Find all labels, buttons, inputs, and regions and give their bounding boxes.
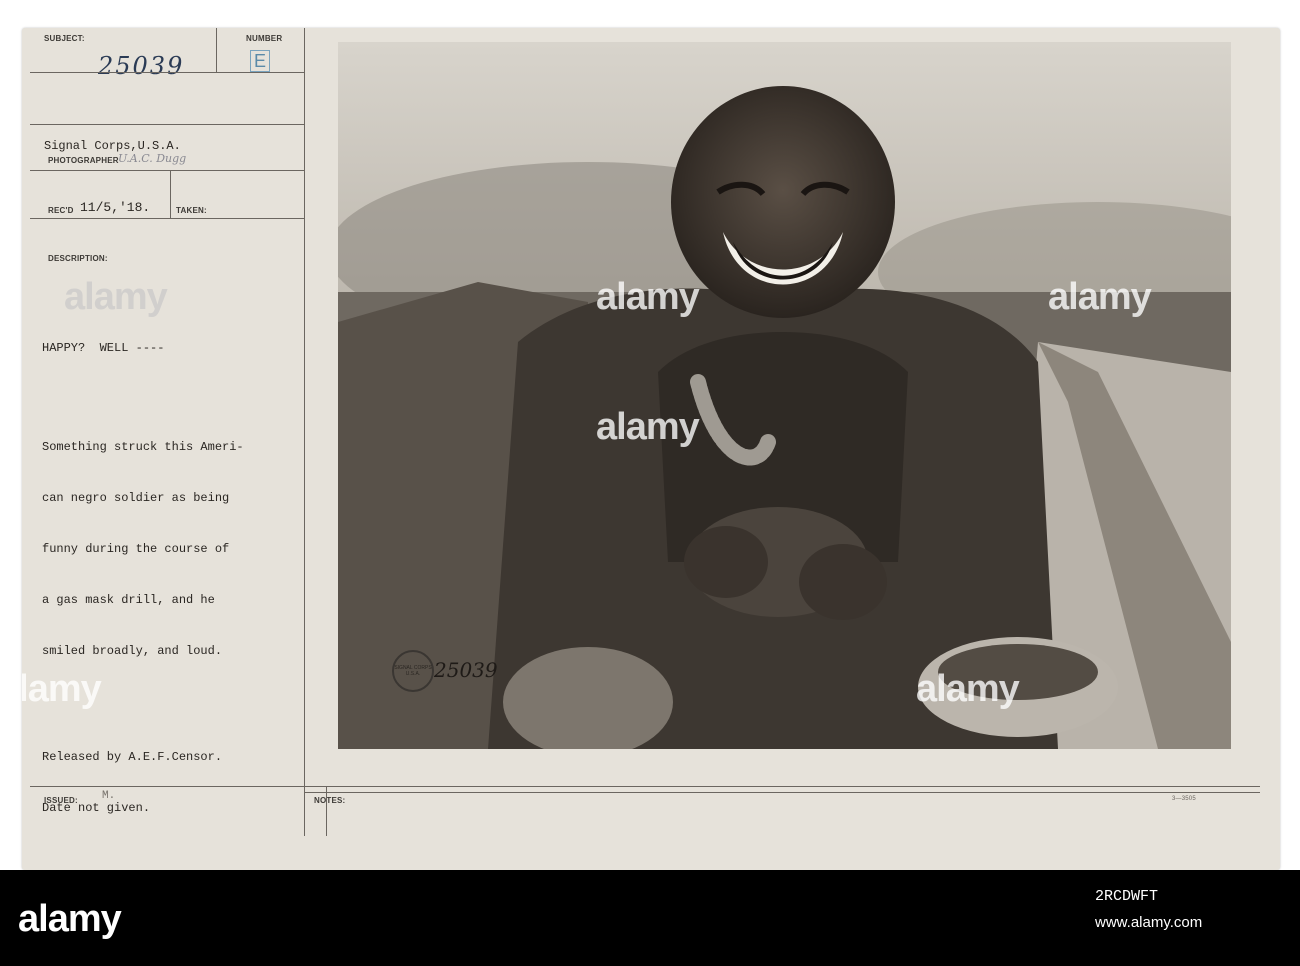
divider (30, 124, 304, 125)
description-label: DESCRIPTION: (48, 254, 108, 263)
divider (304, 28, 305, 836)
watermark: alamy (1048, 276, 1152, 318)
watermark: alamy (64, 276, 168, 318)
image-id: 2RCDWFT (1095, 888, 1159, 905)
description-line: funny during the course of (42, 542, 230, 556)
photographer-signature: U.A.C. Dugg (118, 152, 187, 165)
number-value: E (250, 50, 271, 72)
form-code: 3—3505 (1172, 796, 1196, 802)
watermark: alamy (596, 276, 700, 318)
taken-label: TAKEN: (176, 206, 207, 215)
release-text: Released by A.E.F.Censor. Date not given… (42, 715, 222, 851)
description-line: Something struck this Ameri- (42, 440, 244, 454)
issued-value: M. (102, 790, 116, 802)
description-text: Something struck this Ameri- can negro s… (42, 405, 244, 694)
recd-label: REC'D (48, 206, 74, 215)
watermark: alamy (916, 668, 1020, 710)
site-url: www.alamy.com (1095, 914, 1203, 931)
divider (304, 792, 1260, 793)
recd-value: 11/5,'18. (80, 200, 151, 215)
divider (30, 218, 304, 219)
description-line: a gas mask drill, and he (42, 593, 215, 607)
watermark: alamy (22, 668, 102, 710)
signal-corps-stamp: SIGNAL CORPS U.S.A. (392, 650, 434, 692)
headline: HAPPY? WELL ---- (42, 341, 165, 355)
divider (170, 170, 171, 218)
divider (216, 28, 217, 72)
stamp-text: SIGNAL CORPS U.S.A. (394, 665, 432, 677)
soldier-photo (338, 42, 1231, 749)
description-line: can negro soldier as being (42, 491, 230, 505)
number-label: NUMBER (246, 34, 283, 43)
alamy-logo: alamy (18, 898, 122, 940)
divider (30, 786, 1260, 787)
release-line: Released by A.E.F.Censor. (42, 750, 223, 764)
archive-card: SUBJECT: 25039 NUMBER E Signal Corps,U.S… (22, 28, 1280, 870)
photo-number: 25039 (434, 658, 498, 682)
description-line: smiled broadly, and loud. (42, 644, 223, 658)
issued-label: ISSUED: (44, 796, 78, 805)
subject-label: SUBJECT: (44, 34, 85, 43)
divider (30, 170, 304, 171)
divider (326, 786, 327, 836)
divider (30, 72, 304, 73)
watermark: alamy (596, 406, 700, 448)
subject-number: 25039 (98, 52, 185, 80)
photograph: SIGNAL CORPS U.S.A. 25039 (338, 42, 1231, 749)
photographer-label: PHOTOGRAPHER (48, 156, 119, 165)
notes-label: NOTES: (314, 796, 346, 805)
footer-bar: alamy 2RCDWFT www.alamy.com (0, 870, 1300, 966)
